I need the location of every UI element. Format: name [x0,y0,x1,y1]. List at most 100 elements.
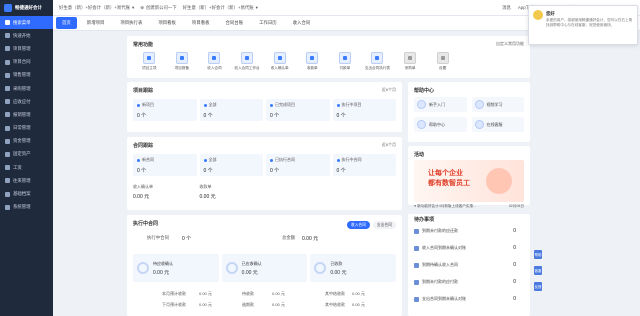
message-link[interactable]: 消息 [502,5,511,11]
document-icon [5,59,10,65]
stat-executing-contract[interactable]: 执行中合同 0 个 [332,154,396,176]
activity-banner[interactable]: 让每个企业 都有数智员工 [414,160,524,202]
activity-panel: 活动 让每个企业 都有数智员工 [408,146,530,205]
help-online-service[interactable]: 在线客服 [471,117,524,132]
folder-icon [5,46,10,52]
stat-all-project[interactable]: 全部 0 个 [199,99,263,121]
sidebar-item-fund[interactable]: 资金管理 [0,135,53,148]
question-icon [417,120,426,129]
tab-new-project[interactable]: 新增项目 [81,17,111,29]
todo-item[interactable]: 到期待确认收入合同 0 [414,262,516,268]
box-icon [5,86,10,92]
sidebar-item-receivable[interactable]: 应收应付 [0,95,53,108]
help-center-link[interactable]: 帮助中心 [414,117,467,132]
contract-period-select[interactable]: 近6个月 [382,142,396,148]
account-selector[interactable]: 好生意（新）+好会计（新）+易代账 ▾ [59,5,134,11]
progress-collected[interactable]: 已收款 0.00 元 [310,254,397,282]
calendar-icon [5,125,10,131]
sidebar-item-quick-start[interactable]: 快速开始 [0,29,53,42]
tab-project-board[interactable]: 项目看板 [152,17,182,29]
sidebar-item-contract[interactable]: 项目合同 [0,56,53,69]
contract-tracking-title: 合同跟踪 [133,143,154,149]
welcome-popup[interactable]: 您好 亲爱的用户，感谢使用畅捷通好会计，您可以在右上角找到帮助中心与在线客服，祝… [528,5,638,45]
income-contract-toggle[interactable]: 收入合同 [346,221,370,229]
quick-project-setup[interactable]: 项目立项 [133,52,166,71]
expense-contract-toggle[interactable]: 支出合同 [372,221,396,229]
app-logo[interactable]: 畅捷通好会计 [0,0,53,16]
quick-expense-contract[interactable]: 支出合同执行表 [361,52,394,71]
executing-contract-panel: 执行中合同 收入合同 支出合同 执行中合同 0 个 总金额 0.00 元 待应收… [127,215,402,316]
popup-body: 亲爱的用户，感谢使用畅捷通好会计，您可以在右上角找到帮助中心与在线客服，祝您使用… [546,18,633,27]
quick-purchase[interactable]: 采购单 [394,52,427,71]
payment-icon [338,52,351,64]
tab-project-board-2[interactable]: 项目看板 [186,17,216,29]
sidebar-item-system[interactable]: 系统管理 [0,201,53,214]
sidebar-item-salary[interactable]: 工资 [0,161,53,174]
news-item[interactable]: ● 新功能好会计4月新版上线客户实惠… 02月08日 [414,204,524,209]
row2-col3-value: 0.00 元 [352,302,365,307]
contract-tracking-panel: 合同跟踪 近6个月 新合同 0 个 全部 0 个 已执行合同 0 个 执行中合同 0 个… [127,137,402,210]
search-icon [5,20,10,26]
tab-project-execution[interactable]: 项目执行表 [114,17,148,29]
report-icon [175,52,188,64]
tab-contract-ledger[interactable]: 合同台账 [220,17,250,29]
row1-col3-value: 0.00 元 [352,291,365,296]
quick-payment[interactable]: 付款单 [329,52,362,71]
logo-text: 畅捷通好会计 [15,5,42,10]
activity-title: 活动 [414,152,425,158]
float-service-tab[interactable]: 客服 [534,266,542,275]
workbench-icon [241,52,254,64]
sidebar-item-assets[interactable]: 固定资产 [0,148,53,161]
stat-all-contract[interactable]: 全部 0 个 [199,154,263,176]
sidebar-item-project[interactable]: 项目管理 [0,42,53,55]
row1-col2-value: 0.00 元 [272,291,285,296]
org2-selector[interactable]: 好生意（新）+好会计（新）+易代账 ▾ [183,5,258,11]
stat-running-project[interactable]: 执行中项目 0 个 [332,99,396,121]
quick-receipt[interactable]: 收款单 [296,52,329,71]
executing-contract-title: 执行中合同 [133,221,159,227]
quick-income-confirm[interactable]: 收入确认单 [263,52,296,71]
progress-confirmed[interactable]: 已应收确认 0.00 元 [221,254,308,282]
quick-income-contract[interactable]: 收入合同 [198,52,231,71]
todo-item[interactable]: 到期未付款的应付款 0 [414,279,516,285]
help-center-title: 帮助中心 [414,88,435,94]
project-period-select[interactable]: 近6个月 [382,87,396,93]
sidebar-item-purchase[interactable]: 采购管理 [0,82,53,95]
row2-col2-value: 0.00 元 [272,302,285,307]
sidebar-item-search[interactable]: 搜索菜单 [0,16,53,30]
sidebar-item-daily[interactable]: 日常管理 [0,122,53,135]
stat-new-project[interactable]: 新项目 0 个 [133,99,197,121]
collect-summary[interactable]: 收款单 0.00 元 [200,184,264,200]
float-help-tab[interactable]: 帮助 [534,250,542,259]
todo-item[interactable]: 收入合同到期未确认对账 0 [414,245,516,251]
customize-quick-link[interactable]: 自定义常用功能 [496,41,524,47]
quick-contract-workbench[interactable]: 收入合同工作台 [231,52,264,71]
float-feedback-tab[interactable]: 反馈 [534,282,542,291]
progress-pending-confirm[interactable]: 待应收确认 0.00 元 [133,254,219,282]
quick-settings[interactable]: 设置 [426,52,459,71]
stat-finished-project[interactable]: 已完成项目 0 个 [266,99,330,121]
todo-icon [414,228,419,234]
project-tracking-panel: 项目跟踪 近6个月 新项目 0 个 全部 0 个 已完成项目 0 个 执行中项目 0 个 [127,82,402,132]
stat-executed-contract[interactable]: 已执行合同 0 个 [266,154,330,176]
todo-item[interactable]: 到期未付款的应还款 0 [414,228,516,234]
sidebar-item-sales[interactable]: 销售管理 [0,69,53,82]
todo-item[interactable]: 支出合同到期未确认对账 0 [414,296,516,302]
sidebar-item-expense[interactable]: 报销管理 [0,108,53,121]
help-getting-started[interactable]: 新手入门 [414,97,467,112]
tab-work-calendar[interactable]: 工作日历 [253,17,283,29]
income-confirm-summary[interactable]: 收入确认单 0.00 元 [133,184,197,200]
row2-col1-value: 0.00 元 [199,302,212,307]
help-video[interactable]: 视频学习 [471,97,524,112]
sidebar-item-base-archive[interactable]: 基础档案 [0,187,53,200]
stat-new-contract[interactable]: 新合同 0 个 [133,154,197,176]
tab-income-contract[interactable]: 收入合同 [287,17,317,29]
total-amount-value: 0.00 元 [302,236,319,242]
org-selector[interactable]: ⊕ 创建新公司一下 [140,5,176,11]
row1-col1-value: 0.00 元 [199,291,212,296]
expense-icon [371,52,384,64]
tab-home[interactable]: 首页 [56,17,77,29]
quick-project-report[interactable]: 项目报备 [166,52,199,71]
sidebar-item-contacts[interactable]: 往来管理 [0,174,53,187]
todo-icon [414,262,419,268]
